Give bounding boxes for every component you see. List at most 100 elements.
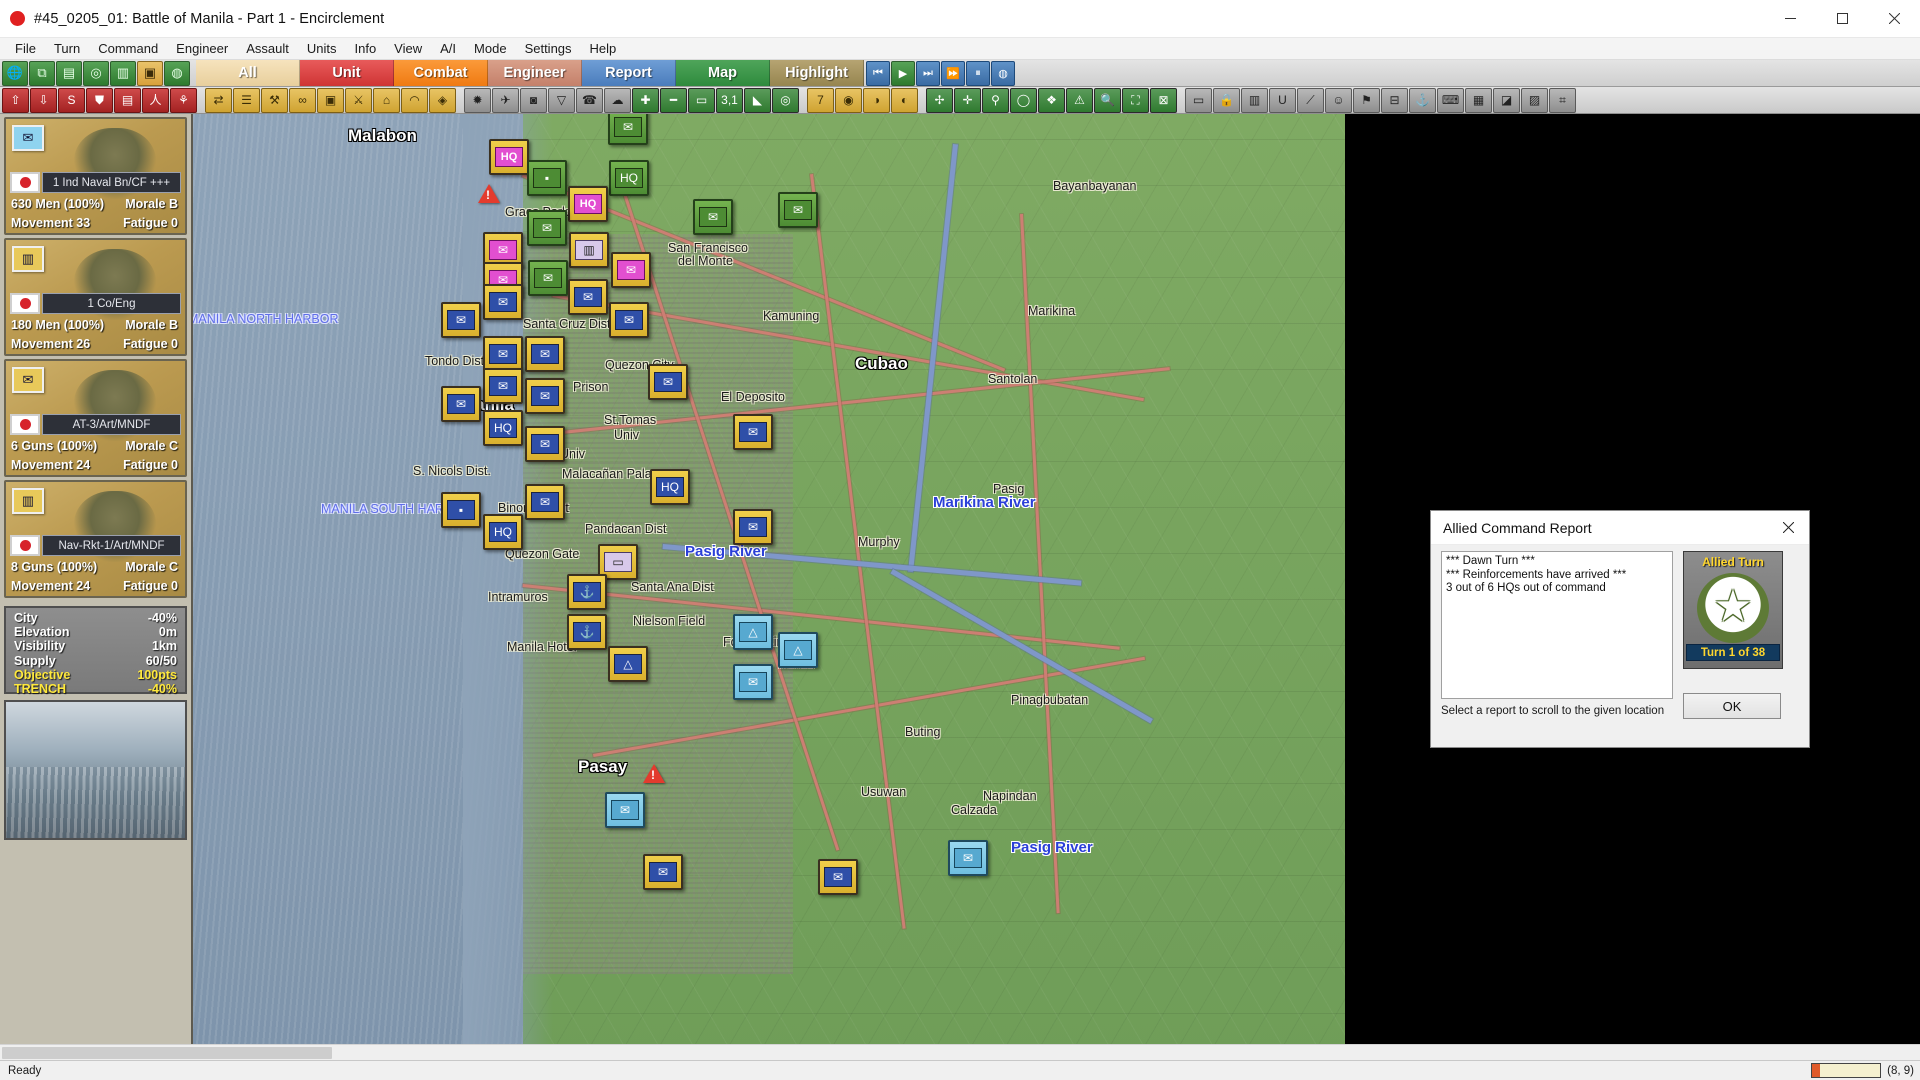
unit-icon[interactable]: U <box>1269 88 1296 113</box>
map-counter[interactable]: ✉ <box>733 414 773 450</box>
map-counter[interactable]: ⚓ <box>567 574 607 610</box>
map-counter[interactable]: ✉ <box>609 302 649 338</box>
move-up-icon[interactable]: ⇧ <box>2 88 29 113</box>
close-button[interactable] <box>1868 0 1920 38</box>
compass-icon[interactable]: ◎ <box>772 88 799 113</box>
add-icon[interactable]: ✚ <box>632 88 659 113</box>
map-counter[interactable]: ✉ <box>818 859 858 895</box>
unit-card-0[interactable]: ✉ 1 Ind Naval Bn/CF +++ 630 Men (100%) M… <box>4 117 187 235</box>
layers-icon[interactable]: ❖ <box>1038 88 1065 113</box>
remove-icon[interactable]: ━ <box>660 88 687 113</box>
menu-units[interactable]: Units <box>298 39 346 58</box>
move-down-icon[interactable]: ⇩ <box>30 88 57 113</box>
map-counter[interactable]: ✉ <box>525 484 565 520</box>
horizontal-scrollbar[interactable] <box>0 1044 1920 1060</box>
map-counter[interactable]: ✉ <box>608 114 648 145</box>
tab-engineer[interactable]: Engineer <box>488 60 582 86</box>
grid-icon[interactable]: ⊠ <box>1150 88 1177 113</box>
recon-icon[interactable]: ⚘ <box>170 88 197 113</box>
map-counter[interactable]: ✉ <box>441 302 481 338</box>
flag-icon[interactable]: ⚑ <box>1353 88 1380 113</box>
terrain-icon[interactable]: ◣ <box>744 88 771 113</box>
map-counter[interactable]: ✉ <box>525 426 565 462</box>
menu-ai[interactable]: A/I <box>431 39 465 58</box>
bars-icon[interactable]: ▥ <box>1241 88 1268 113</box>
italic-icon[interactable]: ⟋ <box>1297 88 1324 113</box>
seven-icon[interactable]: 7 <box>807 88 834 113</box>
tab-map[interactable]: Map <box>676 60 770 86</box>
map-counter[interactable]: △ <box>733 614 773 650</box>
map-counter[interactable]: ✉ <box>568 279 608 315</box>
unit-card-1[interactable]: ▥ 1 Co/Eng 180 Men (100%) Morale B Movem… <box>4 238 187 356</box>
tab-all[interactable]: All <box>196 60 300 86</box>
artillery-icon[interactable]: ✹ <box>464 88 491 113</box>
skip-forward-icon[interactable]: ⏭ <box>916 61 940 86</box>
table-icon[interactable]: ▦ <box>1465 88 1492 113</box>
infantry-icon[interactable]: 人 <box>142 88 169 113</box>
bridge3-icon[interactable]: ⌗ <box>1549 88 1576 113</box>
globe-icon[interactable]: 🌐 <box>2 61 28 86</box>
keyboard-icon[interactable]: ⌨ <box>1437 88 1464 113</box>
link-icon[interactable]: ∞ <box>289 88 316 113</box>
engineer-tools-icon[interactable]: ⚔ <box>345 88 372 113</box>
target-icon[interactable]: ◎ <box>83 61 109 86</box>
unit-card-3[interactable]: ▥ Nav-Rkt-1/Art/MNDF 8 Guns (100%) Moral… <box>4 480 187 598</box>
map-counter[interactable]: △ <box>608 646 648 682</box>
window-icon[interactable]: ▤ <box>56 61 82 86</box>
play-box-icon[interactable]: ▣ <box>137 61 163 86</box>
arc-icon[interactable]: ◠ <box>401 88 428 113</box>
map-counter[interactable]: ✉ <box>693 199 733 235</box>
map-counter[interactable]: ✉ <box>525 336 565 372</box>
pin-icon[interactable]: ⚲ <box>982 88 1009 113</box>
report-line-0[interactable]: *** Dawn Turn *** <box>1446 555 1668 569</box>
map-counter[interactable]: ⚓ <box>567 614 607 650</box>
menu-command[interactable]: Command <box>89 39 167 58</box>
map-counter[interactable]: ✉ <box>527 210 567 246</box>
tab-unit[interactable]: Unit <box>300 60 394 86</box>
copy-icon[interactable]: ⧉ <box>29 61 55 86</box>
map-counter[interactable]: ✉ <box>733 509 773 545</box>
play-icon[interactable]: ▶ <box>891 61 915 86</box>
vehicle-icon[interactable]: ▤ <box>114 88 141 113</box>
menu-turn[interactable]: Turn <box>45 39 89 58</box>
weather-icon[interactable]: ☁ <box>604 88 631 113</box>
map-counter[interactable]: ✉ <box>483 336 523 372</box>
report-line-1[interactable]: *** Reinforcements have arrived *** <box>1446 569 1668 583</box>
circle-icon[interactable]: ◉ <box>835 88 862 113</box>
screen-icon[interactable]: ▭ <box>688 88 715 113</box>
binoculars-icon[interactable]: ◙ <box>520 88 547 113</box>
zoom-out-icon[interactable]: ⛶ <box>1122 88 1149 113</box>
map-counter[interactable]: ✉ <box>441 386 481 422</box>
wrench-icon[interactable]: ⚒ <box>261 88 288 113</box>
menu-mode[interactable]: Mode <box>465 39 516 58</box>
radio-icon[interactable]: ☎ <box>576 88 603 113</box>
map-counter[interactable]: △ <box>778 632 818 668</box>
skip-back-icon[interactable]: ⏮ <box>866 61 890 86</box>
tab-report[interactable]: Report <box>582 60 676 86</box>
map-counter[interactable]: ✉ <box>483 368 523 404</box>
transfer-icon[interactable]: ⇄ <box>205 88 232 113</box>
map-counter-hq[interactable]: HQ <box>568 186 608 222</box>
alert-marker-icon[interactable] <box>478 184 500 203</box>
north-icon[interactable]: ✢ <box>926 88 953 113</box>
train-icon[interactable]: ▨ <box>1521 88 1548 113</box>
minimize-button[interactable] <box>1764 0 1816 38</box>
map-counter-hq[interactable]: HQ <box>489 139 529 175</box>
chart-icon[interactable]: ◪ <box>1493 88 1520 113</box>
menu-settings[interactable]: Settings <box>516 39 581 58</box>
shield-icon[interactable]: ⛊ <box>86 88 113 113</box>
anchor-icon[interactable]: ⚓ <box>1409 88 1436 113</box>
contrast-icon[interactable]: ◑ <box>863 88 890 113</box>
map-counter[interactable]: ✉ <box>483 284 523 320</box>
ok-button[interactable]: OK <box>1683 693 1781 719</box>
map-counter[interactable]: ✉ <box>605 792 645 828</box>
map-counter[interactable]: ▪ <box>441 492 481 528</box>
pause-icon[interactable]: ⏸ <box>966 61 990 86</box>
allied-command-report-dialog[interactable]: Allied Command Report *** Dawn Turn *** … <box>1430 510 1810 748</box>
map-counter[interactable]: ✉ <box>648 364 688 400</box>
map-counter[interactable]: ✉ <box>525 378 565 414</box>
report-list[interactable]: *** Dawn Turn *** *** Reinforcements hav… <box>1441 551 1673 699</box>
hq-icon[interactable]: ▣ <box>317 88 344 113</box>
maximize-button[interactable] <box>1816 0 1868 38</box>
smiley-icon[interactable]: ☺ <box>1325 88 1352 113</box>
